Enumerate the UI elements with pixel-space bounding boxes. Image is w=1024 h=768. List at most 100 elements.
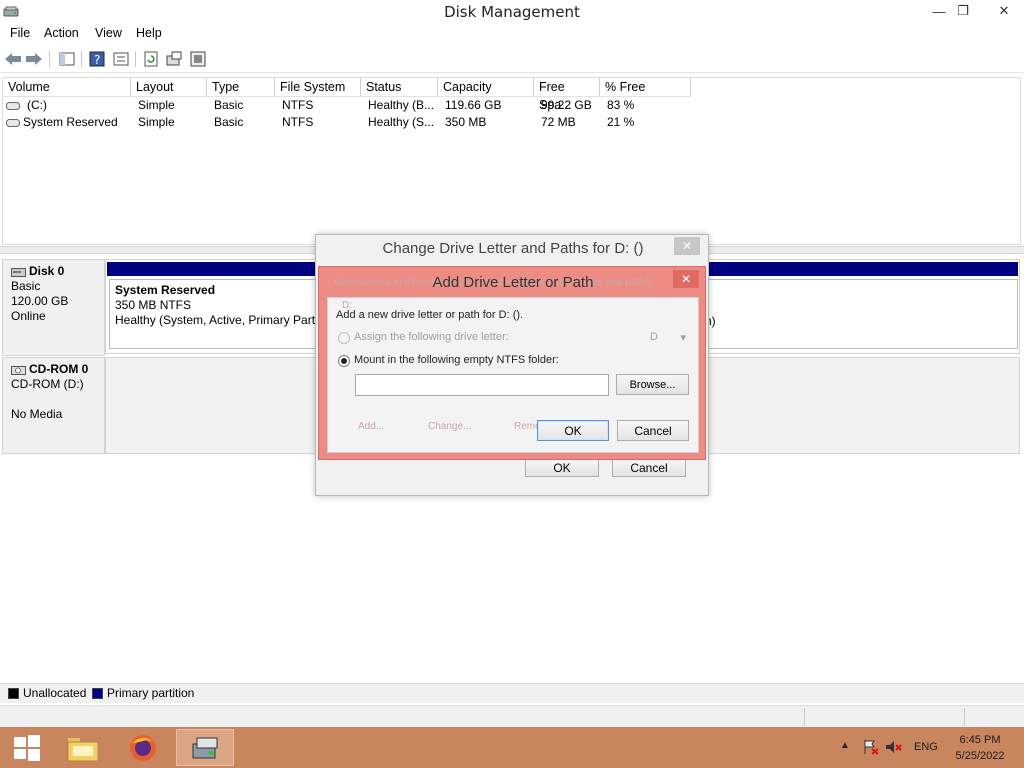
- change-button-ghost: Change...: [428, 421, 472, 432]
- partition-size: 350 MB NTFS: [115, 298, 192, 312]
- svg-text:?: ?: [94, 53, 100, 67]
- change-cancel-button[interactable]: Cancel: [612, 458, 686, 477]
- drive-icon: [6, 100, 21, 110]
- disk-management-icon: [192, 737, 218, 758]
- legend-unallocated: Unallocated: [23, 686, 87, 700]
- change-ok-button[interactable]: OK: [525, 458, 599, 477]
- disk-type: Basic: [11, 279, 41, 293]
- dialog-close-button[interactable]: ✕: [674, 237, 700, 255]
- show-hide-console-tree-icon[interactable]: [58, 50, 76, 68]
- title-bar: Disk Management — ❐ ✕: [0, 0, 1024, 24]
- close-button[interactable]: ✕: [988, 0, 1020, 22]
- cell-percent-free: 83 %: [607, 98, 635, 112]
- disk-0-label[interactable]: Disk 0 Basic 120.00 GB Online: [2, 259, 105, 356]
- add-button-ghost: Add...: [358, 421, 385, 432]
- menu-help[interactable]: Help: [136, 26, 162, 40]
- column-header-volume[interactable]: Volume: [3, 78, 131, 96]
- cell-layout: Simple: [138, 115, 175, 129]
- properties-icon[interactable]: [112, 50, 130, 68]
- status-divider: [804, 708, 805, 726]
- table-row[interactable]: System Reserved Simple Basic NTFS Health…: [3, 114, 691, 131]
- partition-c[interactable]: n): [702, 279, 1018, 349]
- mount-folder-label: Mount in the following empty NTFS folder…: [354, 354, 559, 366]
- input-language[interactable]: ENG: [914, 741, 938, 753]
- primary-swatch: [92, 688, 103, 699]
- column-header-percent-free[interactable]: % Free: [600, 78, 691, 96]
- legend-bar: Unallocated Primary partition: [0, 683, 1024, 703]
- cell-status: Healthy (B...: [368, 98, 435, 112]
- start-button[interactable]: [0, 729, 54, 766]
- taskbar: ▲ ENG 6:45 PM 5/25/2022: [0, 727, 1024, 768]
- cell-percent-free: 21 %: [607, 115, 635, 129]
- column-header-file-system[interactable]: File System: [275, 78, 361, 96]
- cancel-button[interactable]: Cancel: [617, 420, 689, 441]
- drive-letter-select[interactable]: D ▾: [644, 329, 692, 347]
- column-header-type[interactable]: Type: [207, 78, 275, 96]
- firefox-button[interactable]: [116, 729, 170, 766]
- assign-letter-label: Assign the following drive letter:: [354, 331, 509, 343]
- restore-button[interactable]: ❐: [946, 0, 980, 22]
- cell-capacity: 119.66 GB: [445, 98, 502, 112]
- disk-state: No Media: [11, 407, 63, 421]
- menu-action[interactable]: Action: [44, 26, 79, 40]
- drive-icon: [6, 117, 21, 127]
- disk-name: CD-ROM 0: [29, 362, 89, 376]
- add-drive-letter-dialog: Allow access to this volume by using the…: [318, 266, 706, 460]
- disk-name: Disk 0: [29, 264, 65, 278]
- chevron-down-icon: ▾: [680, 332, 686, 344]
- dialog-title: Add Drive Letter or Path: [432, 274, 594, 291]
- cell-free-space: 72 MB: [541, 115, 576, 129]
- table-row[interactable]: (C:) Simple Basic NTFS Healthy (B... 119…: [3, 97, 691, 114]
- cell-free-space: 99.22 GB: [541, 98, 592, 112]
- status-bar: [0, 705, 1024, 727]
- forward-icon[interactable]: [25, 50, 43, 68]
- volume-list[interactable]: Volume Layout Type File System Status Ca…: [2, 77, 1021, 245]
- cell-volume: System Reserved: [23, 115, 118, 129]
- show-hidden-icons-icon[interactable]: ▲: [840, 740, 850, 751]
- help-icon[interactable]: ?: [88, 50, 106, 68]
- toolbar-separator: [81, 51, 82, 67]
- assign-letter-radio[interactable]: [338, 332, 350, 344]
- add-prompt: Add a new drive letter or path for D: ()…: [336, 309, 524, 321]
- cell-status: Healthy (S...: [368, 115, 435, 129]
- column-header-capacity[interactable]: Capacity: [438, 78, 534, 96]
- disk-management-taskbar-button[interactable]: [176, 729, 234, 766]
- action-center-icon[interactable]: [862, 739, 880, 755]
- settings-icon[interactable]: [189, 50, 207, 68]
- volume-muted-icon[interactable]: [885, 739, 903, 755]
- window-title: Disk Management: [444, 3, 580, 21]
- mount-folder-radio[interactable]: [338, 355, 350, 367]
- ok-button[interactable]: OK: [537, 420, 609, 441]
- cdrom-0-label[interactable]: CD-ROM 0 CD-ROM (D:) No Media: [2, 357, 105, 454]
- disk-icon: [11, 266, 27, 278]
- file-explorer-button[interactable]: [56, 729, 110, 766]
- clock-date: 5/25/2022: [955, 750, 1005, 762]
- add-dialog-body: D: Add a new drive letter or path for D:…: [327, 297, 699, 453]
- partition-system-reserved[interactable]: System Reserved 350 MB NTFS Healthy (Sys…: [109, 279, 329, 349]
- column-header-layout[interactable]: Layout: [131, 78, 207, 96]
- partition-status: Healthy (System, Active, Primary Partiti: [115, 313, 324, 327]
- clock-time: 6:45 PM: [959, 734, 1001, 746]
- cdrom-icon: [11, 364, 27, 376]
- folder-path-input[interactable]: [355, 374, 609, 396]
- dialog-title: Change Drive Letter and Paths for D: (): [382, 240, 644, 257]
- column-header-free-space[interactable]: Free Spa...: [534, 78, 600, 112]
- browse-button[interactable]: Browse...: [616, 374, 689, 395]
- cell-file-system: NTFS: [282, 115, 314, 129]
- rescan-disks-icon[interactable]: [165, 50, 183, 68]
- toolbar: ?: [0, 45, 1024, 73]
- folder-icon: [67, 737, 99, 761]
- clock[interactable]: 6:45 PM 5/25/2022: [944, 732, 1016, 764]
- column-header-status[interactable]: Status: [361, 78, 438, 96]
- drive-letter-value: D: [650, 331, 658, 343]
- back-icon[interactable]: [4, 50, 22, 68]
- refresh-icon[interactable]: [142, 50, 160, 68]
- menu-file[interactable]: File: [10, 26, 30, 40]
- legend-primary: Primary partition: [107, 686, 195, 700]
- disk-type: CD-ROM (D:): [11, 377, 84, 391]
- dialog-close-button[interactable]: ✕: [673, 270, 699, 288]
- menu-view[interactable]: View: [95, 26, 122, 40]
- toolbar-separator: [135, 51, 136, 67]
- disk-size: 120.00 GB: [11, 294, 69, 308]
- cell-capacity: 350 MB: [445, 115, 487, 129]
